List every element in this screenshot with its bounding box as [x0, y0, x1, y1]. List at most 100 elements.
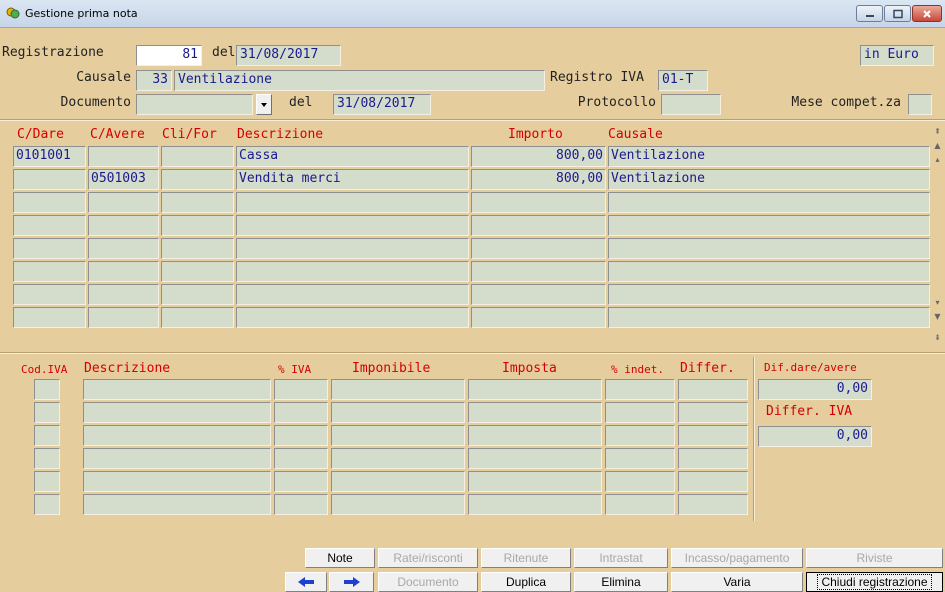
cell-clifor[interactable] [161, 146, 234, 167]
note-button[interactable]: Note [305, 548, 375, 568]
cell-descrizione[interactable] [236, 284, 469, 305]
scroll-last-icon[interactable]: ⇟ [930, 331, 945, 345]
next-record-button[interactable] [329, 572, 374, 592]
incasso-pagamento-button[interactable]: Incasso/pagamento [671, 548, 803, 568]
iva-cell-cod[interactable] [34, 494, 60, 515]
iva-cell-descrizione[interactable] [83, 379, 271, 400]
iva-cell-differita[interactable] [678, 494, 748, 515]
cell-clifor[interactable] [161, 284, 234, 305]
cell-avere[interactable] [88, 192, 159, 213]
cell-causale[interactable] [608, 192, 930, 213]
cell-avere[interactable] [88, 307, 159, 328]
iva-cell-imponibile[interactable] [331, 425, 465, 446]
iva-cell-differita[interactable] [678, 379, 748, 400]
iva-cell-indetraibile[interactable] [605, 471, 675, 492]
scroll-page-up-icon[interactable]: ▲ [930, 139, 945, 153]
cell-descrizione[interactable] [236, 238, 469, 259]
cell-clifor[interactable] [161, 261, 234, 282]
cell-descrizione[interactable] [236, 192, 469, 213]
registro-iva-input[interactable]: 01-T [658, 70, 708, 91]
registrazione-input[interactable]: 81 [136, 45, 202, 66]
scroll-up-icon[interactable]: ▴ [930, 153, 945, 167]
cell-importo[interactable] [471, 215, 606, 236]
iva-cell-imposta[interactable] [468, 379, 602, 400]
iva-cell-cod[interactable] [34, 425, 60, 446]
iva-cell-descrizione[interactable] [83, 494, 271, 515]
entries-scrollbar[interactable]: ⇞ ▲ ▴ ▾ ▼ ⇟ [930, 125, 945, 350]
iva-cell-imponibile[interactable] [331, 448, 465, 469]
iva-cell-indetraibile[interactable] [605, 379, 675, 400]
cell-dare[interactable] [13, 284, 86, 305]
cell-causale[interactable] [608, 284, 930, 305]
ritenute-button[interactable]: Ritenute [481, 548, 571, 568]
elimina-button[interactable]: Elimina [574, 572, 668, 592]
cell-importo[interactable] [471, 192, 606, 213]
data-documento-input[interactable]: 31/08/2017 [333, 94, 431, 115]
cell-importo[interactable] [471, 238, 606, 259]
documento-dropdown-button[interactable] [256, 94, 272, 115]
iva-cell-cod[interactable] [34, 448, 60, 469]
iva-cell-aliquota[interactable] [274, 494, 328, 515]
scroll-down-icon[interactable]: ▾ [930, 296, 945, 310]
iva-cell-indetraibile[interactable] [605, 494, 675, 515]
cell-avere[interactable] [88, 215, 159, 236]
causale-description-field[interactable]: Ventilazione [174, 70, 545, 91]
iva-cell-imponibile[interactable] [331, 379, 465, 400]
iva-cell-imposta[interactable] [468, 448, 602, 469]
iva-cell-descrizione[interactable] [83, 448, 271, 469]
iva-cell-aliquota[interactable] [274, 379, 328, 400]
iva-cell-aliquota[interactable] [274, 448, 328, 469]
iva-cell-cod[interactable] [34, 379, 60, 400]
intrastat-button[interactable]: Intrastat [574, 548, 668, 568]
cell-causale[interactable] [608, 261, 930, 282]
cell-causale[interactable] [608, 215, 930, 236]
close-button[interactable] [912, 5, 942, 22]
cell-dare[interactable] [13, 192, 86, 213]
cell-descrizione[interactable] [236, 261, 469, 282]
cell-avere[interactable]: 0501003 [88, 169, 159, 190]
cell-descrizione[interactable]: Cassa [236, 146, 469, 167]
cell-importo[interactable]: 800,00 [471, 169, 606, 190]
iva-cell-descrizione[interactable] [83, 471, 271, 492]
cell-descrizione[interactable]: Vendita merci [236, 169, 469, 190]
varia-button[interactable]: Varia [671, 572, 803, 592]
iva-cell-descrizione[interactable] [83, 402, 271, 423]
cell-clifor[interactable] [161, 192, 234, 213]
mese-competenza-input[interactable] [908, 94, 932, 115]
documento-button[interactable]: Documento [378, 572, 478, 592]
cell-clifor[interactable] [161, 215, 234, 236]
documento-input[interactable] [136, 94, 253, 115]
cell-importo[interactable] [471, 307, 606, 328]
minimize-button[interactable] [856, 5, 883, 22]
causale-code-input[interactable]: 33 [136, 70, 172, 91]
cell-avere[interactable] [88, 238, 159, 259]
iva-cell-imposta[interactable] [468, 494, 602, 515]
cell-causale[interactable]: Ventilazione [608, 169, 930, 190]
cell-importo[interactable] [471, 284, 606, 305]
scroll-first-icon[interactable]: ⇞ [930, 125, 945, 139]
iva-cell-aliquota[interactable] [274, 425, 328, 446]
iva-cell-cod[interactable] [34, 471, 60, 492]
riviste-button[interactable]: Riviste [806, 548, 943, 568]
cell-clifor[interactable] [161, 307, 234, 328]
cell-importo[interactable] [471, 261, 606, 282]
cell-clifor[interactable] [161, 169, 234, 190]
cell-dare[interactable] [13, 169, 86, 190]
cell-avere[interactable] [88, 284, 159, 305]
cell-causale[interactable]: Ventilazione [608, 146, 930, 167]
iva-cell-indetraibile[interactable] [605, 448, 675, 469]
iva-cell-aliquota[interactable] [274, 471, 328, 492]
cell-dare[interactable]: 0101001 [13, 146, 86, 167]
previous-record-button[interactable] [285, 572, 327, 592]
maximize-button[interactable] [884, 5, 911, 22]
cell-avere[interactable] [88, 261, 159, 282]
cell-clifor[interactable] [161, 238, 234, 259]
duplica-button[interactable]: Duplica [481, 572, 571, 592]
iva-cell-aliquota[interactable] [274, 402, 328, 423]
cell-descrizione[interactable] [236, 307, 469, 328]
cell-causale[interactable] [608, 238, 930, 259]
cell-dare[interactable] [13, 215, 86, 236]
cell-descrizione[interactable] [236, 215, 469, 236]
iva-cell-cod[interactable] [34, 402, 60, 423]
cell-avere[interactable] [88, 146, 159, 167]
